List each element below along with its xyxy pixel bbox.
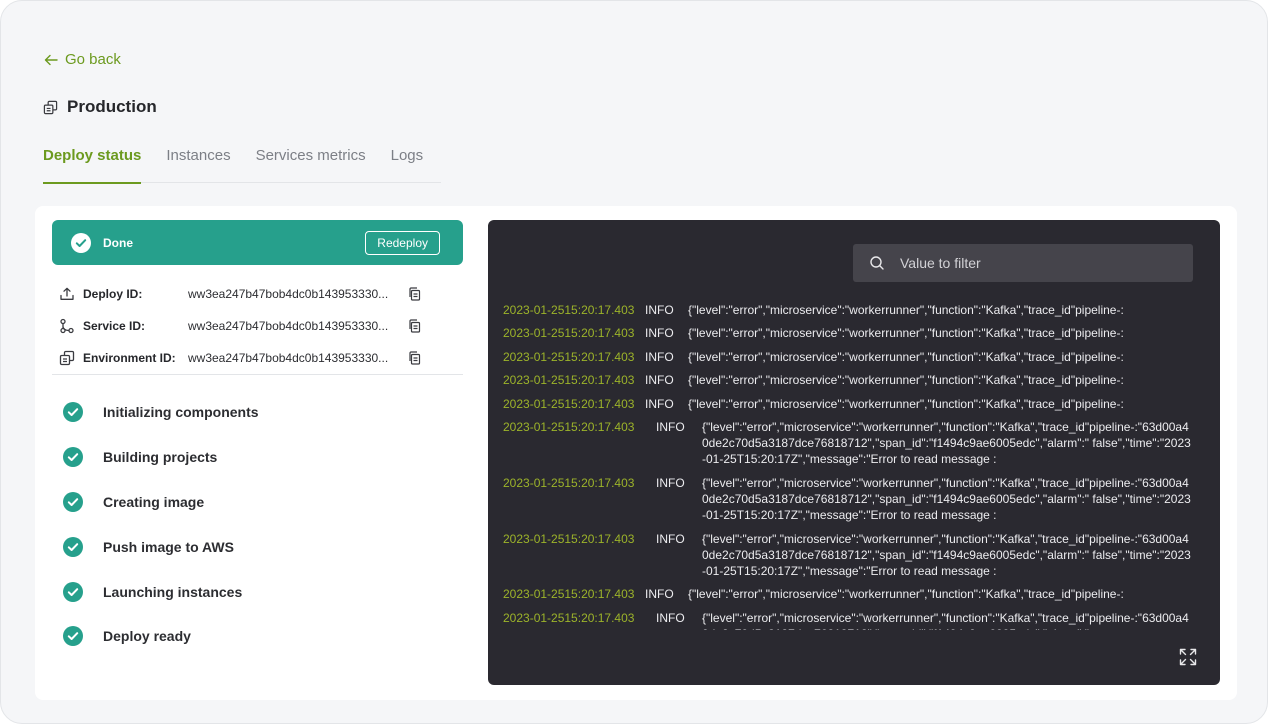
id-list: Deploy ID: ww3ea247b47bob4dc0b143953330.… — [59, 278, 463, 374]
redeploy-button[interactable]: Redeploy — [365, 230, 440, 255]
log-timestamp: 2023-01-2515:20:17.403 — [503, 475, 635, 490]
log-timestamp: 2023-01-2515:20:17.403 — [503, 373, 635, 388]
log-timestamp: 2023-01-2515:20:17.403 — [503, 587, 635, 602]
environment-id-row: Environment ID: ww3ea247b47bob4dc0b14395… — [59, 342, 463, 374]
log-message: {"level":"error","microservice":"workerr… — [688, 373, 1124, 388]
log-message: {"level":"error","microservice":"workerr… — [702, 531, 1191, 578]
log-filter[interactable] — [853, 244, 1193, 282]
log-level: INFO — [656, 610, 685, 625]
check-circle-icon — [63, 491, 83, 512]
log-level: INFO — [656, 531, 685, 546]
tab-services-metrics[interactable]: Services metrics — [256, 143, 366, 183]
deploy-id-value: ww3ea247b47bob4dc0b143953330... — [188, 287, 389, 301]
log-message: {"level":"error","microservice":"workerr… — [688, 587, 1124, 602]
upload-icon — [59, 286, 75, 302]
log-level: INFO — [645, 396, 674, 411]
step-item: Building projects — [63, 435, 259, 480]
log-line: 2023-01-2515:20:17.403 INFO {"level":"erro… — [503, 586, 1193, 602]
log-timestamp: 2023-01-2515:20:17.403 — [503, 303, 635, 317]
environment-icon — [43, 100, 58, 114]
step-item: Initializing components — [63, 390, 259, 435]
log-line: 2023-01-2515:20:17.403 INFO {"level":"erro… — [503, 349, 1193, 365]
tab-logs[interactable]: Logs — [391, 143, 424, 183]
service-id-value: ww3ea247b47bob4dc0b143953330... — [188, 319, 389, 333]
log-line: 2023-01-2515:20:17.403 INFO {"level":"erro… — [503, 325, 1193, 341]
log-timestamp: 2023-01-2515:20:17.403 — [503, 419, 635, 434]
step-label: Building projects — [103, 449, 218, 466]
log-timestamp: 2023-01-2515:20:17.403 — [503, 531, 635, 546]
step-item: Creating image — [63, 480, 259, 525]
log-line: 2023-01-2515:20:17.403 INFO {"level":"erro… — [503, 372, 1193, 388]
log-timestamp: 2023-01-2515:20:17.403 — [503, 326, 635, 341]
environment-icon — [59, 350, 75, 366]
log-timestamp: 2023-01-2515:20:17.403 — [503, 349, 635, 364]
log-message: {"level":"error","microservice":"workerr… — [688, 349, 1124, 364]
tab-deploy-status[interactable]: Deploy status — [43, 143, 142, 184]
expand-icon[interactable] — [1178, 647, 1198, 667]
deploy-steps: Initializing components Building project… — [63, 390, 259, 659]
log-line: 2023-01-2515:20:17.403 INFO {"level":"erro… — [503, 302, 1193, 318]
check-circle-icon — [63, 626, 83, 647]
check-circle-icon — [63, 447, 83, 468]
log-line: 2023-01-2515:20:17.403 INFO {"level":"erro… — [503, 475, 1193, 524]
log-line: 2023-01-2515:20:17.403 INFO {"level":"erro… — [503, 396, 1193, 412]
page-title-text: Production — [67, 97, 157, 116]
log-level: INFO — [656, 475, 685, 490]
copy-icon[interactable] — [408, 351, 422, 365]
arrow-left-icon — [44, 54, 58, 65]
check-circle-icon — [63, 581, 83, 602]
log-message: {"level":"error","microservice":"workerr… — [688, 326, 1124, 341]
log-line: 2023-01-2515:20:17.403 INFO {"level":"erro… — [503, 419, 1193, 468]
status-bar: Done Redeploy — [52, 220, 463, 265]
copy-icon[interactable] — [408, 287, 422, 301]
deploy-card: Done Redeploy Deploy ID: ww3ea247b47bob4… — [35, 206, 1237, 700]
log-message: {"level":"error","microservice":"workerr… — [702, 419, 1191, 467]
check-circle-icon — [63, 536, 83, 557]
check-circle-icon — [71, 232, 91, 253]
log-message: {"level":"error","microservice":"workerr… — [688, 396, 1124, 411]
step-label: Launching instances — [103, 583, 243, 600]
app-frame: Go back Production Deploy status Instanc… — [0, 0, 1268, 724]
tab-bar: Deploy status Instances Services metrics… — [43, 143, 441, 184]
log-level: INFO — [656, 419, 685, 434]
log-line: 2023-01-2515:20:17.403 INFO {"level":"erro… — [503, 531, 1193, 580]
environment-id-value: ww3ea247b47bob4dc0b143953330... — [188, 351, 389, 365]
step-label: Deploy ready — [103, 628, 191, 645]
tab-instances[interactable]: Instances — [166, 143, 230, 183]
log-level: INFO — [645, 349, 674, 364]
service-id-label: Service ID: — [83, 319, 146, 333]
log-list[interactable]: 2023-01-2515:20:17.403 INFO {"level":"erro… — [503, 302, 1193, 630]
copy-icon[interactable] — [408, 319, 422, 333]
log-message: {"level":"error","microservice":"workerr… — [688, 303, 1124, 317]
service-id-row: Service ID: ww3ea247b47bob4dc0b143953330… — [59, 310, 463, 342]
service-icon — [59, 318, 75, 334]
step-item: Deploy ready — [63, 614, 259, 659]
step-label: Creating image — [103, 493, 205, 510]
status-label: Done — [103, 235, 133, 250]
filter-input[interactable] — [900, 255, 1180, 271]
log-level: INFO — [645, 326, 674, 341]
log-level: INFO — [645, 587, 674, 602]
step-label: Initializing components — [103, 404, 259, 421]
log-timestamp: 2023-01-2515:20:17.403 — [503, 396, 635, 411]
step-item: Push image to AWS — [63, 524, 259, 569]
go-back-link[interactable]: Go back — [43, 51, 121, 68]
step-label: Push image to AWS — [103, 538, 234, 555]
log-timestamp: 2023-01-2515:20:17.403 — [503, 610, 635, 625]
log-console: 2023-01-2515:20:17.403INFO{"level":"erro… — [488, 220, 1220, 685]
deploy-id-label: Deploy ID: — [83, 287, 143, 301]
check-circle-icon — [63, 402, 83, 423]
log-message: {"level":"error","microservice":"workerr… — [702, 475, 1191, 523]
search-icon — [870, 256, 884, 270]
deploy-id-row: Deploy ID: ww3ea247b47bob4dc0b143953330.… — [59, 278, 463, 310]
step-item: Launching instances — [63, 569, 259, 614]
divider — [52, 374, 463, 375]
log-line: 2023-01-2515:20:17.403 INFO {"level":"erro… — [503, 610, 1193, 630]
log-level: INFO — [645, 303, 674, 317]
environment-id-label: Environment ID: — [83, 351, 176, 365]
log-message: {"level":"error","microservice":"workerr… — [702, 610, 1189, 630]
page-title: Production — [43, 97, 157, 117]
log-level: INFO — [645, 373, 674, 388]
go-back-label: Go back — [65, 51, 121, 68]
